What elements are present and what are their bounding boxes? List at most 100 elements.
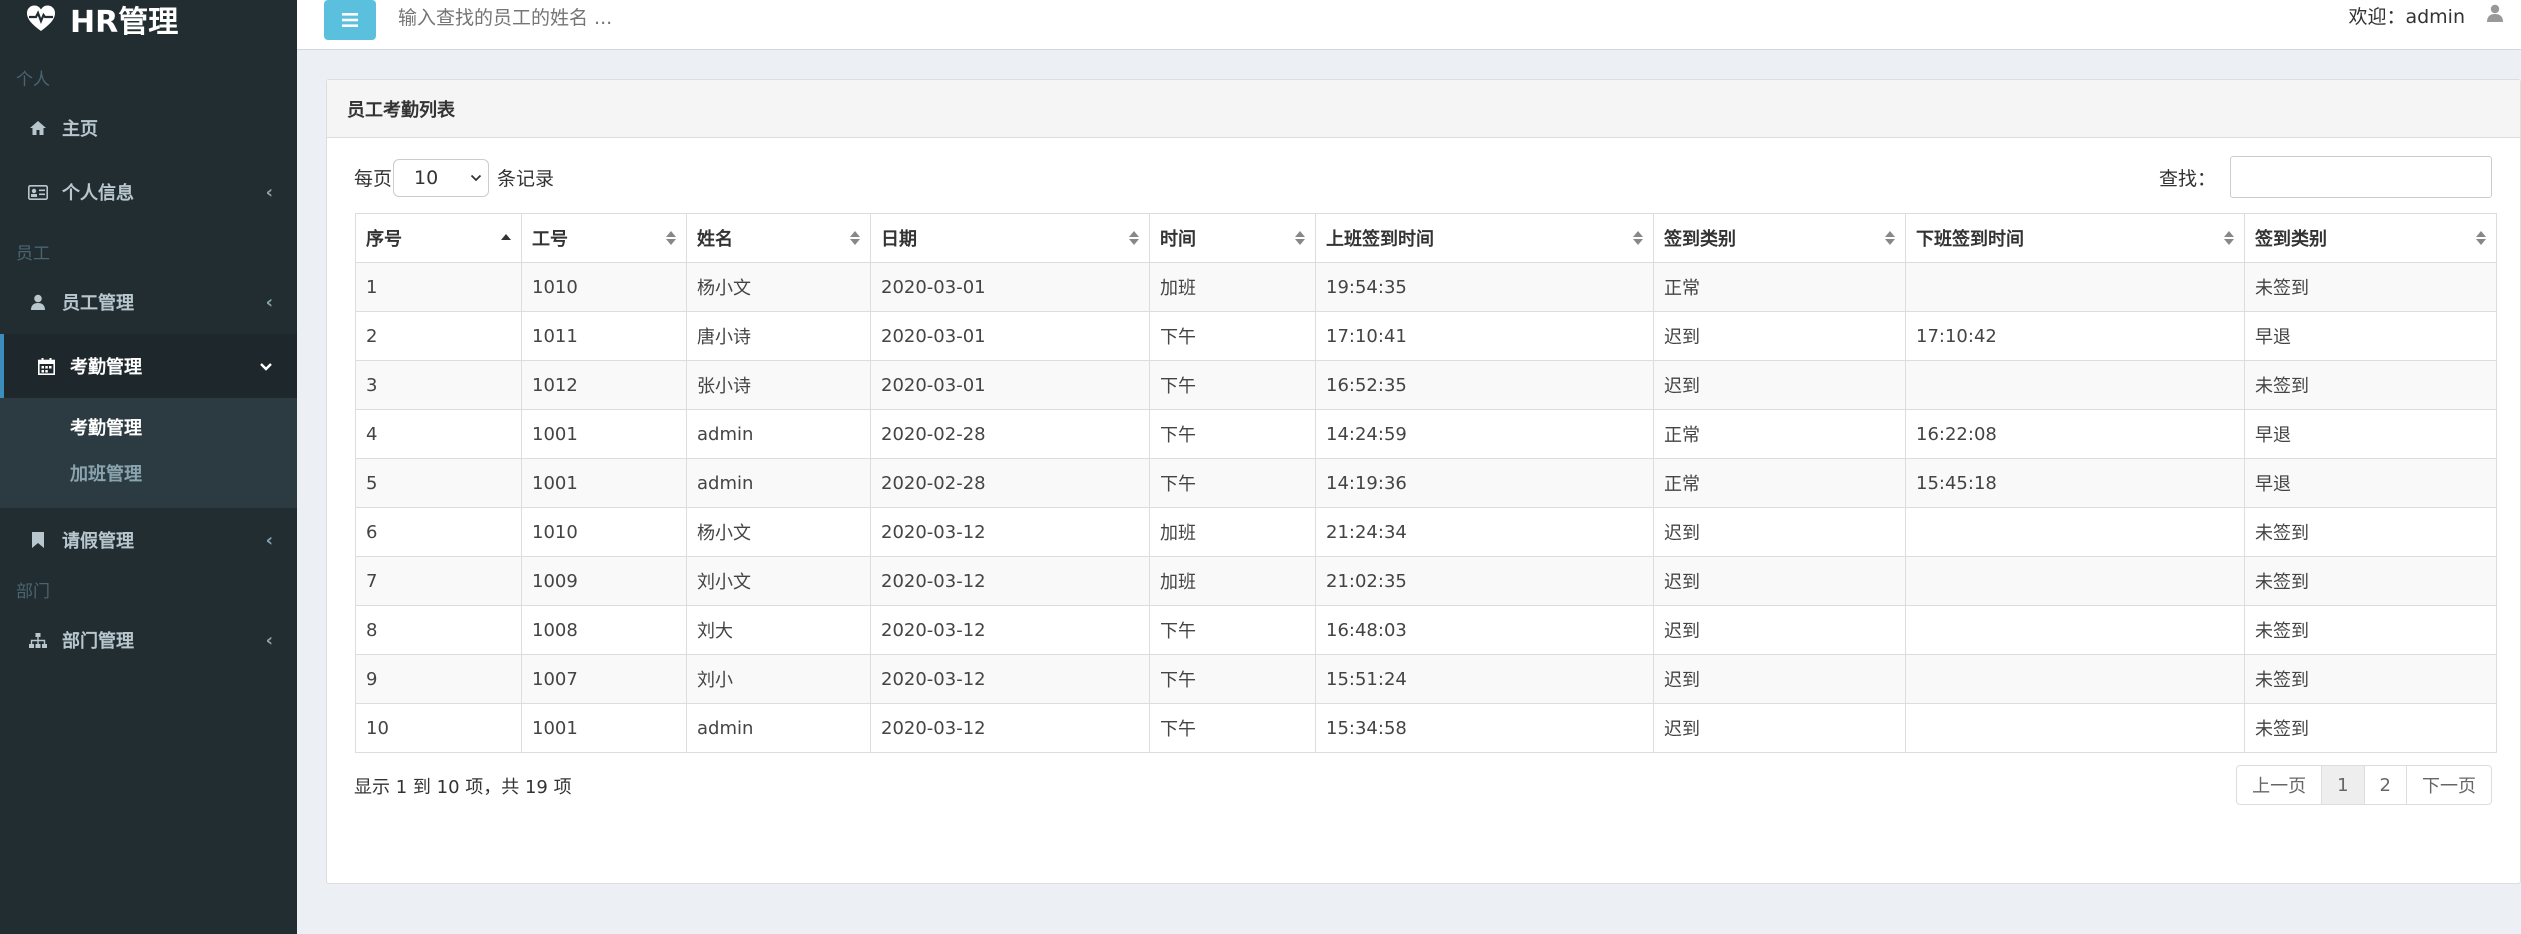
- sidebar-item-leave[interactable]: 请假管理 ‹: [0, 508, 297, 572]
- column-header[interactable]: 上班签到时间: [1315, 213, 1654, 263]
- brand[interactable]: HR管理: [0, 0, 297, 40]
- heartbeat-icon: [26, 4, 56, 34]
- table-cell: 2020-03-12: [870, 507, 1150, 557]
- page-length-select[interactable]: 10: [393, 159, 489, 197]
- sidebar-item-profile[interactable]: 个人信息 ‹: [0, 160, 297, 224]
- table-cell: 2020-03-12: [870, 654, 1150, 704]
- sidebar-item-attendance[interactable]: 考勤管理: [0, 334, 297, 398]
- table-cell: 下午: [1149, 458, 1316, 508]
- table-cell: 下午: [1149, 703, 1316, 753]
- column-header[interactable]: 签到类别: [1653, 213, 1906, 263]
- table-cell: 1001: [521, 409, 687, 459]
- table-cell: 2020-03-12: [870, 703, 1150, 753]
- table-row[interactable]: 8 1008 刘大 2020-03-12 下午 16:48:03 迟到 未签到: [355, 605, 2497, 655]
- table-cell: 2020-03-12: [870, 556, 1150, 606]
- table-cell: 2020-03-12: [870, 605, 1150, 655]
- welcome-text: 欢迎：admin: [2348, 6, 2465, 28]
- table-cell: 1: [355, 262, 522, 312]
- table-cell: 21:24:34: [1315, 507, 1654, 557]
- table-cell: 4: [355, 409, 522, 459]
- sort-icon: [1295, 230, 1305, 246]
- table-cell: 14:19:36: [1315, 458, 1654, 508]
- sub-item-attendance[interactable]: 考勤管理: [0, 404, 297, 450]
- table-cell: 14:24:59: [1315, 409, 1654, 459]
- column-header-label: 时间: [1160, 229, 1196, 250]
- table-cell: 10: [355, 703, 522, 753]
- sort-icon: [666, 230, 676, 246]
- table-header-row: 序号 工号 姓名 日期 时间 上班签到时间 签到类别 下班签到时间 签到类别: [355, 213, 2497, 263]
- top-navbar: 欢迎：admin: [297, 0, 2521, 50]
- column-header[interactable]: 下班签到时间: [1905, 213, 2245, 263]
- sort-icon: [850, 230, 860, 246]
- chevron-left-icon: ‹: [265, 291, 273, 313]
- table-row[interactable]: 4 1001 admin 2020-02-28 下午 14:24:59 正常 16:22:08…: [355, 409, 2497, 459]
- column-header[interactable]: 时间: [1149, 213, 1316, 263]
- employee-search-input[interactable]: [398, 6, 998, 29]
- sub-item-overtime[interactable]: 加班管理: [0, 450, 297, 496]
- table-row[interactable]: 7 1009 刘小文 2020-03-12 加班 21:02:35 迟到 未签到: [355, 556, 2497, 606]
- table-cell: 未签到: [2244, 556, 2497, 606]
- table-search-input[interactable]: [2230, 156, 2492, 198]
- column-header-label: 下班签到时间: [1916, 229, 2024, 250]
- table-cell: 3: [355, 360, 522, 410]
- page-length-value: 10: [414, 167, 439, 189]
- table-row[interactable]: 2 1011 唐小诗 2020-03-01 下午 17:10:41 迟到 17:10:42 早退: [355, 311, 2497, 361]
- table-cell: 唐小诗: [686, 311, 871, 361]
- column-header-label: 签到类别: [2255, 229, 2327, 250]
- table-cell: [1905, 605, 2245, 655]
- table-cell: 正常: [1653, 458, 1906, 508]
- table-cell: 2020-03-01: [870, 311, 1150, 361]
- table-cell: 19:54:35: [1315, 262, 1654, 312]
- table-cell: [1905, 262, 2245, 312]
- sidebar-toggle-button[interactable]: [324, 0, 376, 40]
- pagination-page-1[interactable]: 1: [2322, 766, 2365, 804]
- sort-icon: [1129, 230, 1139, 246]
- table-row[interactable]: 5 1001 admin 2020-02-28 下午 14:19:36 正常 15:45:18…: [355, 458, 2497, 508]
- column-header-label: 序号: [366, 229, 402, 250]
- table-row[interactable]: 10 1001 admin 2020-03-12 下午 15:34:58 迟到 未签到: [355, 703, 2497, 753]
- column-header[interactable]: 序号: [355, 213, 522, 263]
- table-cell: admin: [686, 458, 871, 508]
- menu-icon: [342, 12, 358, 27]
- chevron-left-icon: ‹: [265, 529, 273, 551]
- column-header[interactable]: 姓名: [686, 213, 871, 263]
- pagination-prev[interactable]: 上一页: [2237, 766, 2323, 804]
- table-row[interactable]: 9 1007 刘小 2020-03-12 下午 15:51:24 迟到 未签到: [355, 654, 2497, 704]
- pagination-page-2[interactable]: 2: [2365, 766, 2407, 804]
- table-cell: [1905, 703, 2245, 753]
- table-cell: 早退: [2244, 458, 2497, 508]
- column-header[interactable]: 工号: [521, 213, 687, 263]
- table-cell: 未签到: [2244, 703, 2497, 753]
- sidebar-item-home[interactable]: 主页: [0, 96, 297, 160]
- table-row[interactable]: 6 1010 杨小文 2020-03-12 加班 21:24:34 迟到 未签到: [355, 507, 2497, 557]
- table-cell: 21:02:35: [1315, 556, 1654, 606]
- table-cell: 1009: [521, 556, 687, 606]
- table-cell: 未签到: [2244, 262, 2497, 312]
- sort-icon: [1885, 230, 1895, 246]
- sidebar-item-employees[interactable]: 员工管理 ‹: [0, 270, 297, 334]
- table-cell: 迟到: [1653, 311, 1906, 361]
- sidebar-item-label: 个人信息: [62, 183, 134, 204]
- table-cell: 2020-03-01: [870, 360, 1150, 410]
- table-cell: 16:22:08: [1905, 409, 2245, 459]
- table-cell: 下午: [1149, 605, 1316, 655]
- pagination-next[interactable]: 下一页: [2407, 766, 2491, 804]
- sidebar-item-departments[interactable]: 部门管理 ‹: [0, 608, 297, 672]
- user-icon[interactable]: [2487, 4, 2505, 22]
- table-cell: 1010: [521, 507, 687, 557]
- table-body: 1 1010 杨小文 2020-03-01 加班 19:54:35 正常 未签到 2 1011 唐小…: [355, 262, 2497, 753]
- table-cell: 1011: [521, 311, 687, 361]
- table-cell: 未签到: [2244, 507, 2497, 557]
- table-cell: 迟到: [1653, 507, 1906, 557]
- column-header-label: 签到类别: [1664, 229, 1736, 250]
- table-cell: 下午: [1149, 360, 1316, 410]
- table-cell: 早退: [2244, 311, 2497, 361]
- table-cell: 刘小: [686, 654, 871, 704]
- column-header[interactable]: 日期: [870, 213, 1150, 263]
- table-row[interactable]: 1 1010 杨小文 2020-03-01 加班 19:54:35 正常 未签到: [355, 262, 2497, 312]
- column-header[interactable]: 签到类别: [2244, 213, 2497, 263]
- table-cell: 1001: [521, 458, 687, 508]
- attendance-submenu: 考勤管理 加班管理: [0, 398, 297, 508]
- sort-icon: [2224, 230, 2234, 246]
- table-row[interactable]: 3 1012 张小诗 2020-03-01 下午 16:52:35 迟到 未签到: [355, 360, 2497, 410]
